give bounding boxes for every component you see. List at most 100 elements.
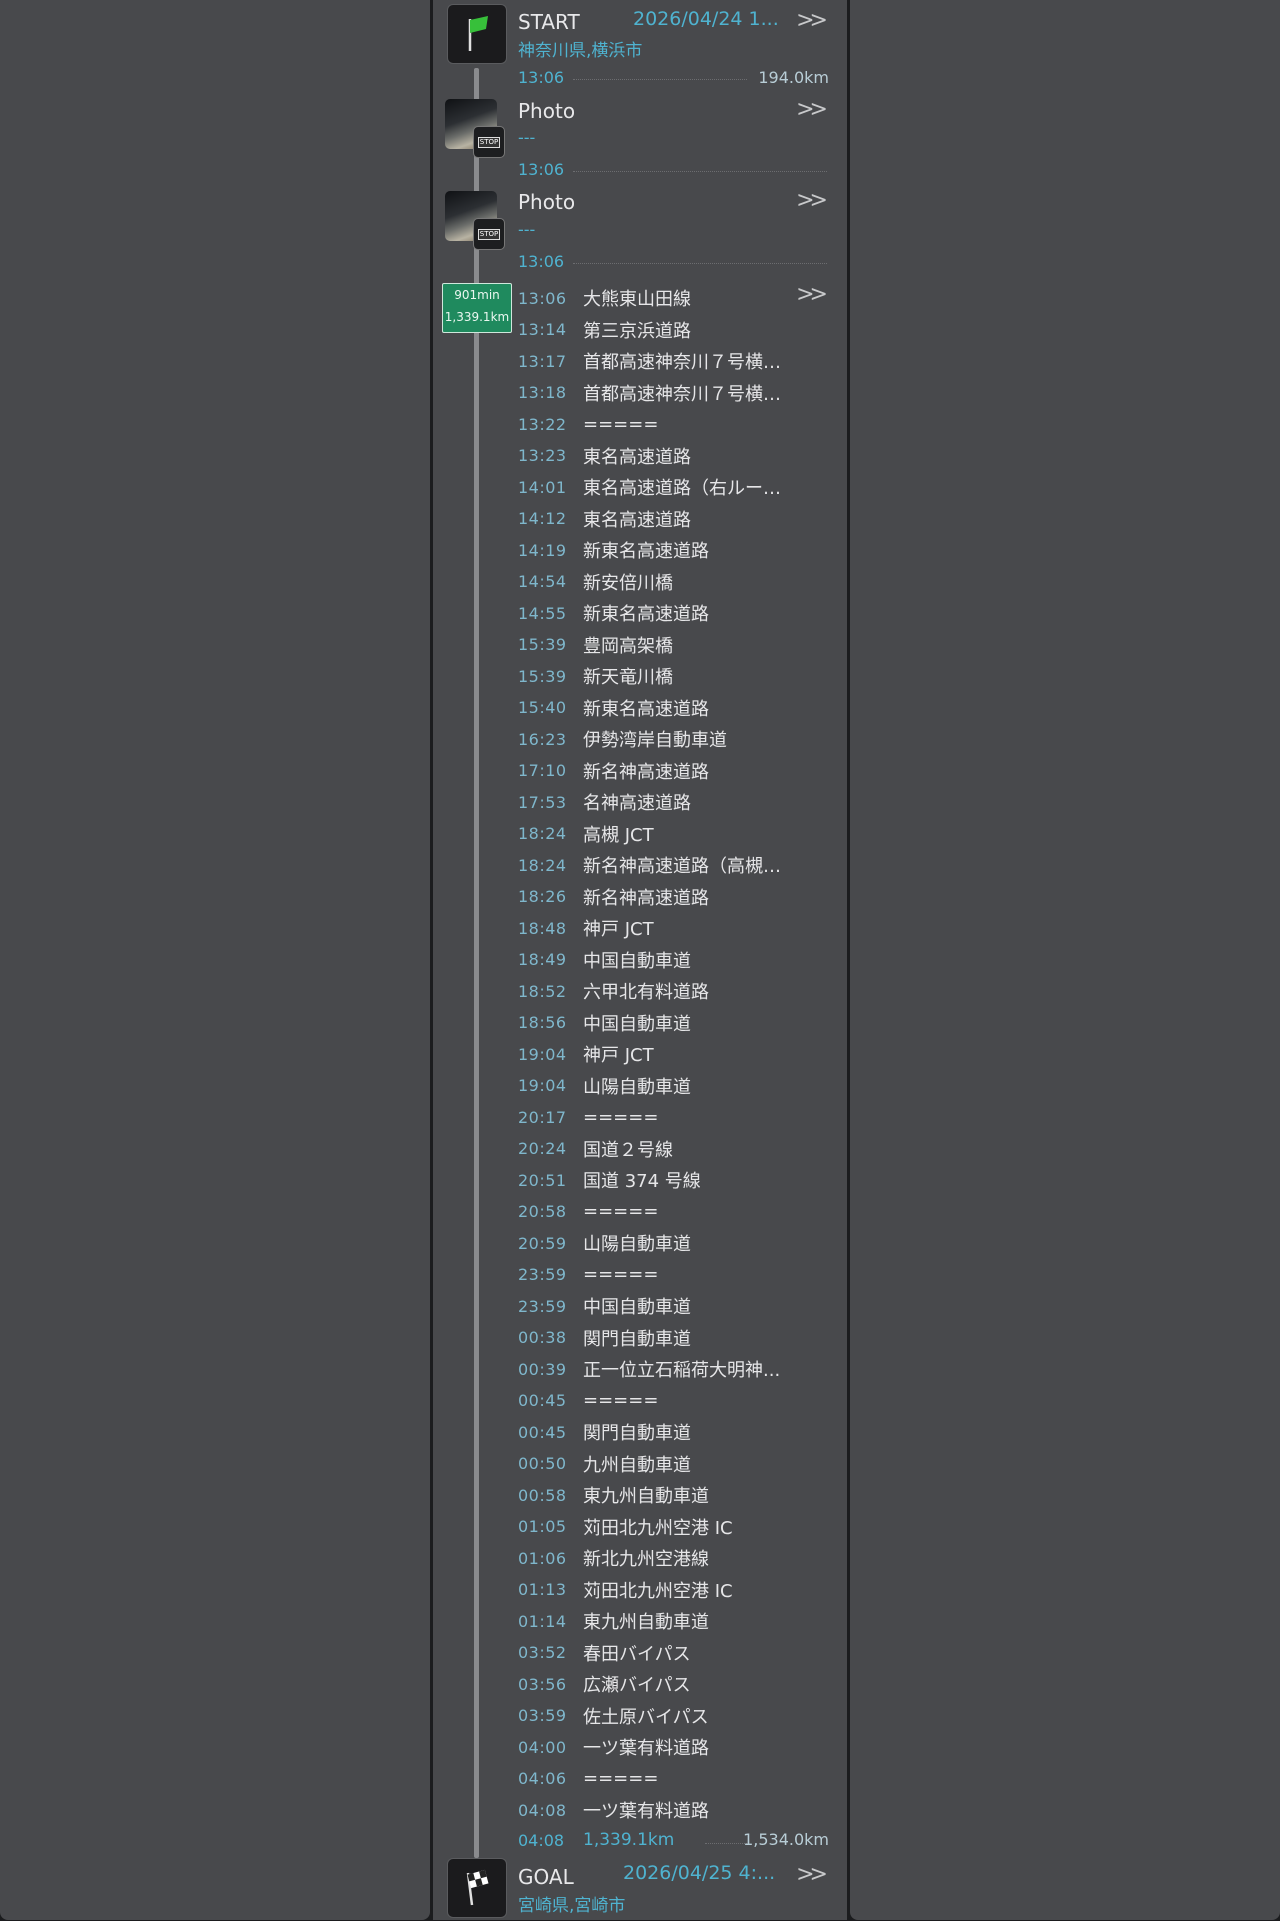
route-row[interactable]: 13:23 東名高速道路 <box>518 440 691 472</box>
route-row[interactable]: 04:06 ===== <box>518 1763 658 1795</box>
route-row[interactable]: 01:14 東九州自動車道 <box>518 1605 709 1637</box>
goal-total-distance: 1,534.0km <box>743 1830 829 1849</box>
route-road-name: 中国自動車道 <box>583 1013 691 1035</box>
route-row[interactable]: 20:59 山陽自動車道 <box>518 1227 691 1259</box>
route-row[interactable]: 18:24 高槻 JCT <box>518 818 654 850</box>
route-time: 13:22 <box>518 414 567 434</box>
route-more-icon[interactable]: >> <box>796 282 828 307</box>
route-row[interactable]: 18:26 新名神高速道路 <box>518 881 709 913</box>
route-row[interactable]: 14:01 東名高速道路（右ルー… <box>518 471 781 503</box>
route-row[interactable]: 23:59 ===== <box>518 1259 658 1291</box>
separator <box>573 263 827 264</box>
route-row[interactable]: 13:18 首都高速神奈川７号横… <box>518 377 781 409</box>
route-time: 20:51 <box>518 1170 567 1190</box>
route-row[interactable]: 04:00 一ツ葉有料道路 <box>518 1731 709 1763</box>
goal-more-icon[interactable]: >> <box>796 1862 828 1887</box>
route-time: 20:24 <box>518 1139 567 1158</box>
route-row[interactable]: 00:50 九州自動車道 <box>518 1448 691 1480</box>
route-time: 16:23 <box>518 729 567 749</box>
route-row[interactable]: 00:39 正一位立石稲荷大明神... <box>518 1353 780 1385</box>
route-time: 20:59 <box>518 1233 567 1253</box>
route-row[interactable]: 00:58 東九州自動車道 <box>518 1479 709 1511</box>
route-time: 00:38 <box>518 1328 567 1347</box>
route-row[interactable]: 04:08 一ツ葉有料道路 <box>518 1794 709 1826</box>
route-row[interactable]: 15:40 新東名高速道路 <box>518 692 709 724</box>
route-time: 00:45 <box>518 1391 567 1410</box>
route-road-name: 苅田北九州空港 IC <box>583 1580 733 1602</box>
route-time: 04:06 <box>518 1769 567 1788</box>
route-road-name: 関門自動車道 <box>583 1423 691 1444</box>
route-row[interactable]: 13:22 ===== <box>518 408 658 440</box>
route-road-name: 高槻 JCT <box>583 824 654 846</box>
route-time: 14:55 <box>518 603 567 623</box>
route-row[interactable]: 14:54 新安倍川橋 <box>518 566 673 598</box>
goal-segment-distance: 1,339.1km <box>583 1830 675 1850</box>
route-row[interactable]: 14:12 東名高速道路 <box>518 503 691 535</box>
route-row[interactable]: 19:04 神戸 JCT <box>518 1038 654 1070</box>
route-time: 17:53 <box>518 792 567 812</box>
start-more-icon[interactable]: >> <box>796 8 828 33</box>
route-road-name: 豊岡高架橋 <box>583 635 673 657</box>
route-row[interactable]: 20:51 国道 374 号線 <box>518 1164 701 1196</box>
route-row[interactable]: 19:04 山陽自動車道 <box>518 1070 691 1102</box>
route-row[interactable]: 13:17 首都高速神奈川７号横… <box>518 345 781 377</box>
route-road-name: ===== <box>583 1201 659 1222</box>
route-row[interactable]: 01:05 苅田北九州空港 IC <box>518 1511 733 1543</box>
route-road-name: 九州自動車道 <box>583 1454 691 1476</box>
separator <box>573 79 747 80</box>
route-row[interactable]: 18:49 中国自動車道 <box>518 944 691 976</box>
route-row[interactable]: 20:58 ===== <box>518 1196 658 1228</box>
route-time: 03:59 <box>518 1706 567 1725</box>
route-row[interactable]: 17:53 名神高速道路 <box>518 786 691 818</box>
route-row[interactable]: 01:06 新北九州空港線 <box>518 1542 709 1574</box>
route-row[interactable]: 00:45 関門自動車道 <box>518 1416 691 1448</box>
route-time: 01:05 <box>518 1517 567 1536</box>
route-row[interactable]: 03:56 広瀬バイパス <box>518 1668 691 1700</box>
goal-label: GOAL <box>518 1865 574 1889</box>
route-road-name: 新東名高速道路 <box>583 604 709 625</box>
route-road-name: 首都高速神奈川７号横… <box>583 383 781 405</box>
route-row[interactable]: 03:52 春田バイパス <box>518 1637 691 1669</box>
photo-time: 13:06 <box>518 160 565 179</box>
route-row[interactable]: 13:14 第三京浜道路 <box>518 314 691 346</box>
route-time: 14:54 <box>518 572 567 591</box>
route-row[interactable]: 00:38 関門自動車道 <box>518 1322 691 1354</box>
route-row[interactable]: 20:24 国道２号線 <box>518 1133 673 1165</box>
route-row[interactable]: 23:59 中国自動車道 <box>518 1290 691 1322</box>
timeline-line <box>474 68 479 1858</box>
route-time: 00:45 <box>518 1422 567 1442</box>
route-row[interactable]: 18:48 神戸 JCT <box>518 912 654 944</box>
route-time: 13:17 <box>518 351 567 371</box>
route-time: 23:59 <box>518 1296 567 1316</box>
route-time: 15:39 <box>518 635 567 654</box>
route-road-name: ===== <box>583 413 659 435</box>
route-row[interactable]: 14:55 新東名高速道路 <box>518 597 709 629</box>
route-row[interactable]: 00:45 ===== <box>518 1385 658 1417</box>
route-row[interactable]: 13:06 大熊東山田線 <box>518 282 691 314</box>
photo-more-icon[interactable]: >> <box>796 188 828 213</box>
route-road-name: 第三京浜道路 <box>583 320 691 342</box>
route-road-name: 神戸 JCT <box>583 1045 654 1066</box>
route-row[interactable]: 15:39 新天竜川橋 <box>518 660 673 692</box>
route-row[interactable]: 17:10 新名神高速道路 <box>518 755 709 787</box>
route-time: 01:13 <box>518 1580 567 1599</box>
goal-checkered-flag-icon <box>447 1858 507 1918</box>
route-time: 14:12 <box>518 509 567 528</box>
route-timeline-panel[interactable]: START 2026/04/24 1... >> 神奈川県,横浜市 13:06 … <box>433 0 847 1920</box>
route-row[interactable]: 20:17 ===== <box>518 1101 658 1133</box>
route-time: 18:48 <box>518 918 567 938</box>
route-row[interactable]: 16:23 伊勢湾岸自動車道 <box>518 723 727 755</box>
route-road-name: ===== <box>583 1768 659 1789</box>
route-road-name: 一ツ葉有料道路 <box>583 1801 709 1822</box>
route-row[interactable]: 18:52 六甲北有料道路 <box>518 975 709 1007</box>
route-row[interactable]: 18:56 中国自動車道 <box>518 1007 691 1039</box>
route-time: 00:50 <box>518 1454 567 1473</box>
route-row[interactable]: 15:39 豊岡高架橋 <box>518 629 673 661</box>
route-row[interactable]: 03:59 佐土原バイパス <box>518 1700 709 1732</box>
route-row[interactable]: 18:24 新名神高速道路（高槻… <box>518 849 781 881</box>
photo-more-icon[interactable]: >> <box>796 97 828 122</box>
route-row[interactable]: 01:13 苅田北九州空港 IC <box>518 1574 733 1606</box>
route-row[interactable]: 14:19 新東名高速道路 <box>518 534 709 566</box>
route-road-name: 六甲北有料道路 <box>583 982 709 1003</box>
route-road-name: 苅田北九州空港 IC <box>583 1517 733 1539</box>
